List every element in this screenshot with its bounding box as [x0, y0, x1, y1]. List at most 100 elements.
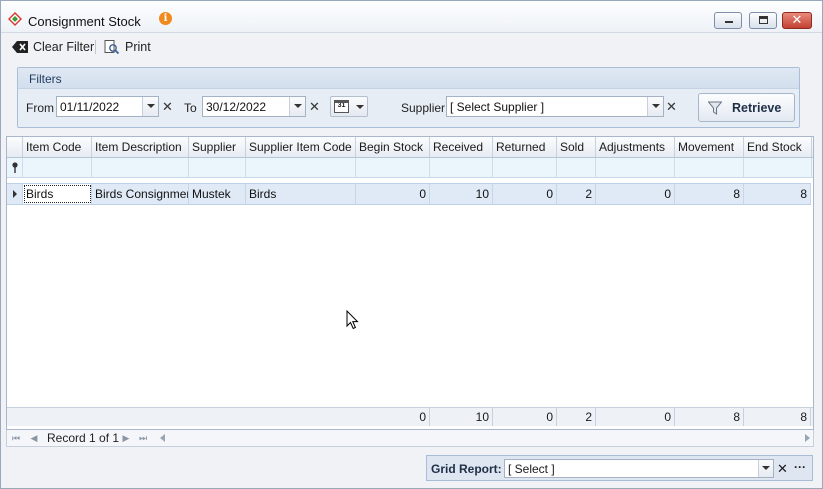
- column-header-received[interactable]: Received: [430, 137, 493, 157]
- filter-cell-item-code[interactable]: [23, 158, 92, 177]
- cell-movement[interactable]: 8: [675, 184, 744, 204]
- total-end-stock: 8: [744, 408, 811, 426]
- record-position: Record 1 of 1: [47, 431, 120, 445]
- total-adjustments: 0: [596, 408, 675, 426]
- filter-cell-sold[interactable]: [557, 158, 596, 177]
- maximize-icon: [759, 16, 768, 24]
- column-header-supplier[interactable]: Supplier: [189, 137, 246, 157]
- previous-record-icon[interactable]: ◀: [28, 433, 40, 444]
- table-row[interactable]: Birds Birds Consignment Mustek Birds 0 1…: [7, 183, 811, 205]
- print-label: Print: [125, 40, 151, 54]
- cell-item-code[interactable]: Birds: [23, 184, 92, 204]
- chevron-down-icon: [147, 104, 155, 108]
- filters-title: Filters: [29, 72, 62, 86]
- row-indicator[interactable]: [7, 184, 23, 204]
- grid-report-dropdown[interactable]: [758, 460, 773, 477]
- grid-report-label: Grid Report:: [431, 462, 502, 476]
- date-range-calendar-button[interactable]: 31: [330, 96, 368, 117]
- from-label: From: [26, 101, 54, 115]
- supplier-dropdown[interactable]: [647, 97, 663, 116]
- first-record-icon[interactable]: ⏮: [10, 433, 22, 444]
- column-header-supplier-item-code[interactable]: Supplier Item Code: [246, 137, 356, 157]
- total-begin-stock: 0: [356, 408, 430, 426]
- total-received: 10: [430, 408, 493, 426]
- cell-returned[interactable]: 0: [493, 184, 557, 204]
- chevron-down-icon: [356, 105, 364, 109]
- filter-cell-item-description[interactable]: [92, 158, 189, 177]
- column-header-item-description[interactable]: Item Description: [92, 137, 189, 157]
- scroll-left-icon[interactable]: [160, 434, 165, 442]
- cell-supplier[interactable]: Mustek: [189, 184, 246, 204]
- total-movement: 8: [675, 408, 744, 426]
- filters-group: Filters From 01/11/2022 ✕ To 30/12/2022 …: [17, 67, 800, 128]
- filter-cell-supplier-item-code[interactable]: [246, 158, 356, 177]
- row-arrow-icon: [13, 190, 17, 198]
- minimize-icon: [725, 21, 733, 23]
- column-header-begin-stock[interactable]: Begin Stock: [356, 137, 430, 157]
- filter-cell-supplier[interactable]: [189, 158, 246, 177]
- last-record-icon[interactable]: ⏭: [137, 433, 149, 444]
- maximize-button[interactable]: [749, 12, 777, 29]
- filter-cell-movement[interactable]: [675, 158, 744, 177]
- toolbar-separator: [95, 40, 96, 54]
- to-date-value: 30/12/2022: [206, 100, 267, 114]
- scroll-right-icon[interactable]: [805, 434, 810, 442]
- app-logo-icon: [8, 12, 22, 26]
- clear-supplier-button[interactable]: ✕: [664, 97, 679, 116]
- supplier-value: [ Select Supplier ]: [450, 100, 545, 114]
- clear-filter-button[interactable]: Clear Filter: [12, 38, 94, 56]
- column-header-end-stock[interactable]: End Stock: [744, 137, 812, 157]
- supplier-select[interactable]: [ Select Supplier ]: [446, 96, 664, 117]
- cell-end-stock[interactable]: 8: [744, 184, 811, 204]
- close-button[interactable]: ✕: [782, 12, 812, 29]
- retrieve-button[interactable]: Retrieve: [698, 93, 795, 122]
- filter-cell-received[interactable]: [430, 158, 493, 177]
- supplier-label: Supplier: [401, 101, 446, 115]
- funnel-icon: [708, 101, 722, 115]
- cell-begin-stock[interactable]: 0: [356, 184, 430, 204]
- retrieve-label: Retrieve: [732, 101, 782, 115]
- info-icon[interactable]: i: [159, 12, 172, 25]
- cell-item-description[interactable]: Birds Consignment: [92, 184, 189, 204]
- next-record-icon[interactable]: ▶: [120, 433, 132, 444]
- calendar-icon: 31: [334, 100, 349, 113]
- consignment-stock-window: Consignment Stock i ✕ Clear Filter Print: [0, 0, 823, 489]
- total-sold: 2: [557, 408, 596, 426]
- grid-report-more-button[interactable]: ···: [791, 459, 809, 478]
- filter-cell-returned[interactable]: [493, 158, 557, 177]
- column-header-returned[interactable]: Returned: [493, 137, 557, 157]
- filter-cell-end-stock[interactable]: [744, 158, 812, 177]
- clear-to-date-button[interactable]: ✕: [307, 97, 322, 116]
- clear-grid-report-button[interactable]: ✕: [775, 459, 790, 478]
- clear-filter-label: Clear Filter: [33, 40, 95, 54]
- consignment-grid[interactable]: Item Code Item Description Supplier Supp…: [6, 136, 814, 430]
- cell-adjustments[interactable]: 0: [596, 184, 675, 204]
- window-title: Consignment Stock: [28, 14, 141, 29]
- filter-row-indicator: [7, 158, 23, 177]
- grid-report-select[interactable]: [ Select ]: [504, 459, 774, 478]
- clear-filter-icon: [12, 41, 28, 53]
- to-date-dropdown[interactable]: [289, 97, 305, 116]
- filter-pin-icon: [12, 162, 18, 173]
- filter-cell-adjustments[interactable]: [596, 158, 675, 177]
- column-header-item-code[interactable]: Item Code: [23, 137, 92, 157]
- horizontal-scrollbar[interactable]: [160, 433, 810, 444]
- filter-cell-begin-stock[interactable]: [356, 158, 430, 177]
- cell-supplier-item-code[interactable]: Birds: [246, 184, 356, 204]
- to-date-field[interactable]: 30/12/2022: [202, 96, 306, 117]
- minimize-button[interactable]: [714, 12, 742, 29]
- chevron-down-icon: [762, 466, 770, 470]
- cell-received[interactable]: 10: [430, 184, 493, 204]
- from-date-field[interactable]: 01/11/2022: [56, 96, 159, 117]
- from-date-dropdown[interactable]: [142, 97, 158, 116]
- row-indicator-header: [7, 137, 23, 157]
- print-button[interactable]: Print: [104, 38, 151, 56]
- title-bar[interactable]: Consignment Stock i ✕: [1, 1, 822, 33]
- column-header-sold[interactable]: Sold: [557, 137, 596, 157]
- cell-sold[interactable]: 2: [557, 184, 596, 204]
- mouse-cursor-icon: [346, 310, 359, 330]
- grid-header: Item Code Item Description Supplier Supp…: [7, 137, 813, 158]
- clear-from-date-button[interactable]: ✕: [160, 97, 175, 116]
- column-header-adjustments[interactable]: Adjustments: [596, 137, 675, 157]
- column-header-movement[interactable]: Movement: [675, 137, 744, 157]
